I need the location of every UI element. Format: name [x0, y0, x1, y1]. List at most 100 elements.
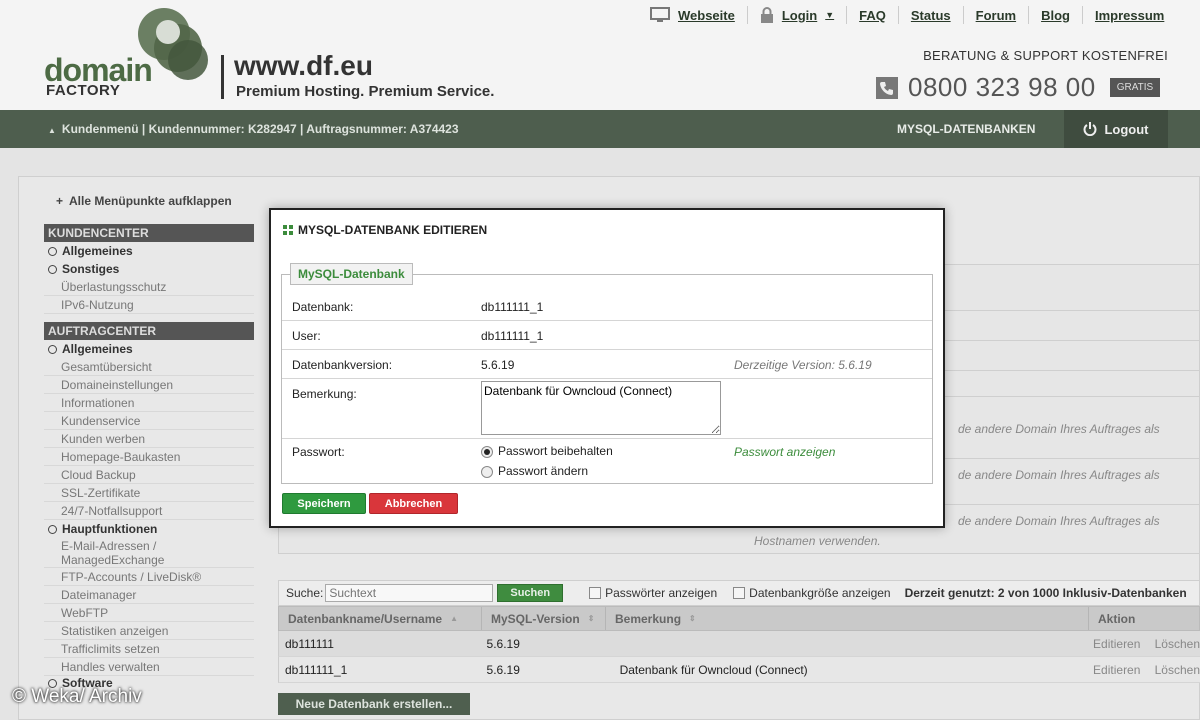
bemerkung-label: Bemerkung:: [292, 387, 357, 401]
sidebar-group-label: Allgemeines: [62, 244, 133, 258]
expand-circle-icon: [48, 264, 57, 274]
customer-info[interactable]: ▲ Kundenmenü | Kundennummer: K282947 | Au…: [48, 122, 459, 136]
expand-all-link[interactable]: + Alle Menüpunkte aufklappen: [56, 194, 232, 208]
nav-faq[interactable]: FAQ: [847, 6, 899, 24]
plus-icon: +: [56, 194, 64, 208]
expand-all-label[interactable]: Alle Menüpunkte aufklappen: [69, 194, 232, 208]
sidebar-group-label: Hauptfunktionen: [62, 522, 158, 536]
nav-forum[interactable]: Forum: [964, 6, 1030, 24]
sidebar-item[interactable]: Cloud Backup: [44, 466, 254, 484]
sidebar-item[interactable]: WebFTP: [44, 604, 254, 622]
pw-change-label[interactable]: Passwort ändern: [498, 464, 588, 478]
sidebar-item[interactable]: Gesamtübersicht: [44, 358, 254, 376]
row-user: User: db111111_1: [282, 321, 932, 350]
show-passwords-checkbox[interactable]: [589, 587, 602, 599]
sidebar-item[interactable]: Domaineinstellungen: [44, 376, 254, 394]
usage-text: Derzeit genutzt: 2 von 1000 Inklusiv-Dat…: [904, 586, 1187, 600]
nav-login[interactable]: Login ▼: [748, 6, 848, 24]
modal-title: MYSQL-DATENBANK EDITIEREN: [283, 223, 487, 237]
logout-button[interactable]: Logout: [1064, 110, 1168, 148]
sort-icon[interactable]: ⇕: [588, 614, 595, 623]
sort-up-icon[interactable]: ▲: [450, 614, 458, 623]
col-note-header[interactable]: Bemerkung ⇕: [606, 607, 1089, 630]
sidebar-item[interactable]: E-Mail-Adressen / ManagedExchange: [44, 538, 254, 568]
version-value: 5.6.19: [481, 358, 515, 372]
col-version-header[interactable]: MySQL-Version ⇕: [482, 607, 606, 630]
datenbank-label: Datenbank:: [292, 300, 354, 314]
chevron-up-icon[interactable]: ▲: [48, 126, 56, 135]
table-row: db111111 5.6.19 Editieren Löschen: [278, 631, 1200, 657]
monitor-icon: [650, 7, 670, 22]
sidebar-item[interactable]: Trafficlimits setzen: [44, 640, 254, 658]
top-navigation: Webseite Login ▼ FAQ Status Forum Blog I…: [638, 0, 1176, 30]
sidebar-group-sonstiges[interactable]: Sonstiges: [44, 260, 254, 278]
delete-link[interactable]: Löschen: [1149, 637, 1200, 651]
sidebar-group-allgemeines[interactable]: Allgemeines: [44, 242, 254, 260]
support-text: BERATUNG & SUPPORT KOSTENFREI: [923, 48, 1168, 63]
sidebar-head-kundencenter: KUNDENCENTER: [44, 224, 254, 242]
bemerkung-textarea[interactable]: Datenbank für Owncloud (Connect): [481, 381, 721, 435]
passwort-label: Passwort:: [292, 445, 345, 459]
new-database-button[interactable]: Neue Datenbank erstellen...: [278, 693, 470, 715]
cell-name: db111111: [285, 636, 334, 651]
row-passwort: Passwort: Passwort beibehalten Passwort …: [282, 439, 932, 484]
logout-label: Logout: [1104, 121, 1149, 137]
pw-keep-radio[interactable]: [481, 445, 493, 458]
sidebar-item[interactable]: SSL-Zertifikate: [44, 484, 254, 502]
expand-circle-icon: [48, 246, 57, 256]
info-text: de andere Domain Ihres Auftrages als: [958, 468, 1160, 482]
sidebar-item-ueberlastungsschutz[interactable]: Überlastungsschutz: [44, 278, 254, 296]
phone-icon: [876, 76, 898, 99]
search-input[interactable]: [325, 584, 494, 602]
show-dbsize-label: Datenbankgröße anzeigen: [749, 586, 891, 600]
gratis-badge: GRATIS: [1109, 78, 1161, 97]
sidebar-item[interactable]: Handles verwalten: [44, 658, 254, 676]
nav-webseite[interactable]: Webseite: [638, 6, 748, 24]
col-name-header[interactable]: Datenbankname/Username ▲: [279, 607, 482, 630]
sidebar-item[interactable]: FTP-Accounts / LiveDisk®: [44, 568, 254, 586]
row-bemerkung: Bemerkung: Datenbank für Owncloud (Conne…: [282, 379, 932, 439]
nav-status[interactable]: Status: [899, 6, 964, 24]
pw-keep-label[interactable]: Passwort beibehalten: [498, 444, 613, 458]
nav-webseite-label[interactable]: Webseite: [678, 8, 735, 23]
sidebar-item[interactable]: Informationen: [44, 394, 254, 412]
sidebar-item[interactable]: Kundenservice: [44, 412, 254, 430]
edit-link[interactable]: Editieren: [1087, 663, 1149, 677]
search-button[interactable]: Suchen: [497, 584, 564, 602]
sidebar-item[interactable]: Statistiken anzeigen: [44, 622, 254, 640]
show-password-link[interactable]: Passwort anzeigen: [734, 445, 835, 459]
site-header: domain FACTORY www.df.eu Premium Hosting…: [0, 0, 1200, 110]
logo-divider: [221, 55, 224, 99]
pw-change-radio[interactable]: [481, 465, 493, 478]
logo-sub: FACTORY: [46, 82, 121, 99]
nav-login-label[interactable]: Login: [782, 8, 817, 23]
sidebar-item[interactable]: 24/7-Notfallsupport: [44, 502, 254, 520]
nav-blog[interactable]: Blog: [1029, 6, 1083, 24]
cell-name: db111111_1: [285, 662, 348, 677]
sidebar-group-label: Allgemeines: [62, 342, 133, 356]
sidebar-group-allgemeines-2[interactable]: Allgemeines: [44, 340, 254, 358]
sidebar-item-ipv6[interactable]: IPv6-Nutzung: [44, 296, 254, 314]
edit-link[interactable]: Editieren: [1087, 637, 1149, 651]
version-label: Datenbankversion:: [292, 358, 393, 372]
cell-version: 5.6.19: [486, 636, 520, 651]
lock-icon: [760, 7, 773, 23]
nav-impressum[interactable]: Impressum: [1083, 6, 1176, 24]
info-text: de andere Domain Ihres Auftrages als: [958, 422, 1160, 436]
sort-icon[interactable]: ⇕: [689, 614, 696, 623]
sidebar-item[interactable]: Kunden werben: [44, 430, 254, 448]
grid-icon: [283, 225, 293, 235]
show-passwords-label: Passwörter anzeigen: [605, 586, 718, 600]
delete-link[interactable]: Löschen: [1149, 663, 1200, 677]
sidebar-group-hauptfunktionen[interactable]: Hauptfunktionen: [44, 520, 254, 538]
pw-keep-option[interactable]: Passwort beibehalten: [481, 444, 613, 458]
show-dbsize-checkbox[interactable]: [733, 587, 746, 599]
cancel-button[interactable]: Abbrechen: [369, 493, 458, 514]
customer-menubar: ▲ Kundenmenü | Kundennummer: K282947 | Au…: [0, 110, 1200, 148]
sidebar-item[interactable]: Dateimanager: [44, 586, 254, 604]
save-button[interactable]: Speichern: [282, 493, 366, 514]
cell-note: Datenbank für Owncloud (Connect): [619, 662, 808, 677]
sidebar-item[interactable]: Homepage-Baukasten: [44, 448, 254, 466]
pw-change-option[interactable]: Passwort ändern: [481, 464, 588, 478]
chevron-down-icon[interactable]: ▼: [825, 10, 834, 20]
